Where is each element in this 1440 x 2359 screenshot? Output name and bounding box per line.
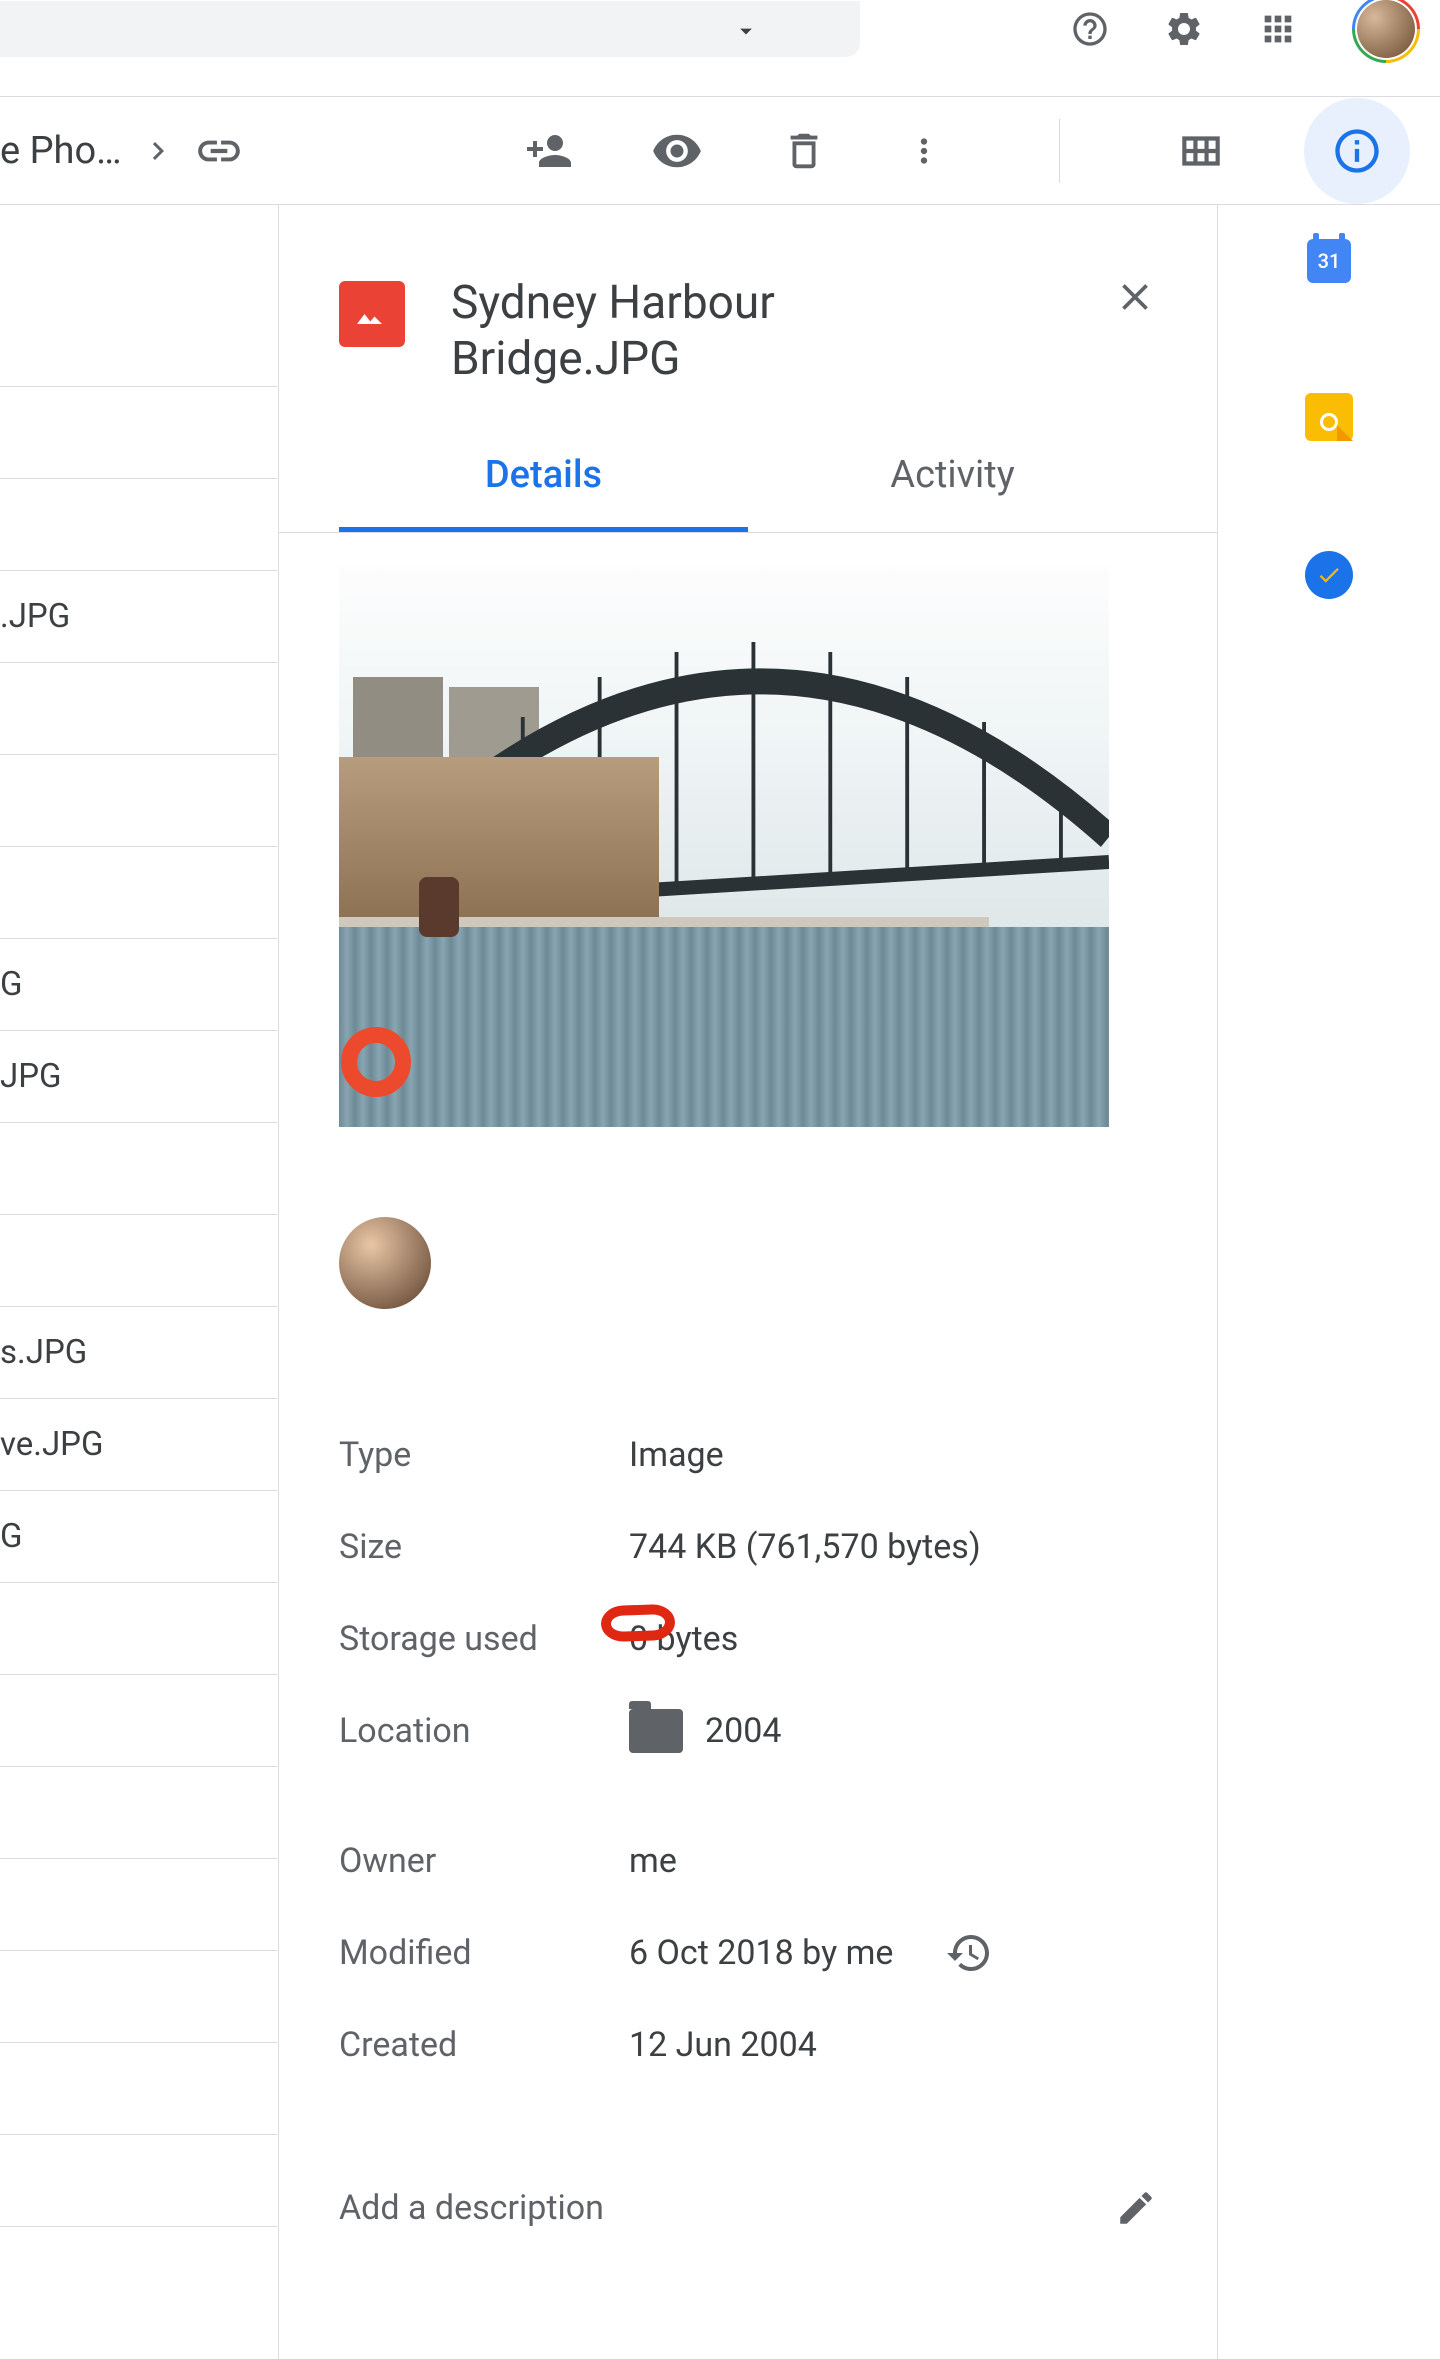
details-panel: Sydney Harbour Bridge.JPG Details Activi… [278, 205, 1218, 2359]
calendar-app-icon[interactable]: 31 [1307, 239, 1351, 283]
toolbar: e Pho… [0, 97, 1440, 204]
dropdown-icon[interactable] [732, 17, 760, 45]
list-item[interactable] [0, 295, 277, 387]
help-icon[interactable] [1070, 9, 1110, 49]
top-bar [0, 0, 1440, 58]
separator [1059, 119, 1060, 183]
list-item[interactable]: JPG [0, 1031, 277, 1123]
list-item[interactable] [0, 1767, 277, 1859]
folder-icon [629, 1709, 683, 1753]
list-item[interactable] [0, 387, 277, 479]
link-icon[interactable] [194, 126, 244, 176]
meta-owner: Owner me [339, 1815, 1157, 1907]
meta-created: Created 12 Jun 2004 [339, 1999, 1157, 2091]
list-item[interactable] [0, 1675, 277, 1767]
tab-details[interactable]: Details [339, 453, 748, 532]
tab-activity[interactable]: Activity [748, 453, 1157, 532]
list-item[interactable] [0, 479, 277, 571]
file-title: Sydney Harbour Bridge.JPG [451, 275, 991, 387]
trash-icon[interactable] [781, 128, 827, 174]
list-item[interactable] [0, 1859, 277, 1951]
preview-eye-icon[interactable] [651, 125, 703, 177]
keep-app-icon[interactable] [1305, 393, 1353, 441]
list-item[interactable]: ve.JPG [0, 1399, 277, 1491]
breadcrumb[interactable]: e Pho… [0, 126, 244, 176]
close-icon[interactable] [1113, 275, 1157, 319]
main-content: .JPG G JPG s.JPG ve.JPG G Sydney Harbour… [0, 205, 1440, 2359]
grid-view-icon[interactable] [1176, 126, 1226, 176]
meta-location: Location 2004 [339, 1685, 1157, 1777]
list-item[interactable]: G [0, 939, 277, 1031]
share-person-icon[interactable] [525, 127, 573, 175]
account-avatar[interactable] [1352, 0, 1420, 63]
description-row[interactable]: Add a description [339, 2187, 1157, 2229]
image-preview[interactable] [339, 567, 1109, 1127]
image-file-icon [339, 281, 405, 347]
meta-type: Type Image [339, 1409, 1157, 1501]
list-item[interactable]: s.JPG [0, 1307, 277, 1399]
list-item[interactable] [0, 1951, 277, 2043]
settings-icon[interactable] [1164, 9, 1204, 49]
list-item[interactable] [0, 847, 277, 939]
list-item[interactable] [0, 1583, 277, 1675]
side-apps-rail: 31 [1218, 205, 1440, 2359]
description-placeholder[interactable]: Add a description [339, 2188, 604, 2228]
list-item[interactable] [0, 755, 277, 847]
owner-avatar[interactable] [339, 1217, 431, 1309]
tabs: Details Activity [279, 453, 1217, 533]
location-folder[interactable]: 2004 [705, 1711, 781, 1751]
breadcrumb-folder[interactable]: e Pho… [0, 129, 122, 173]
list-item[interactable]: .JPG [0, 571, 277, 663]
history-icon[interactable] [945, 1929, 993, 1977]
meta-modified: Modified 6 Oct 2018 by me [339, 1907, 1157, 1999]
list-item[interactable] [0, 1123, 277, 1215]
toolbar-actions [525, 98, 1410, 204]
apps-icon[interactable] [1258, 9, 1298, 49]
list-item[interactable] [0, 1215, 277, 1307]
details-header: Sydney Harbour Bridge.JPG [339, 275, 1157, 387]
meta-size: Size 744 KB (761,570 bytes) [339, 1501, 1157, 1593]
search-field[interactable] [0, 1, 860, 57]
tasks-app-icon[interactable] [1305, 551, 1353, 599]
metadata: Type Image Size 744 KB (761,570 bytes) S… [339, 1409, 1157, 2091]
edit-icon[interactable] [1115, 2187, 1157, 2229]
info-icon[interactable] [1304, 98, 1410, 204]
more-vert-icon[interactable] [905, 132, 943, 170]
chevron-right-icon [140, 133, 176, 169]
list-item[interactable]: G [0, 1491, 277, 1583]
file-list: .JPG G JPG s.JPG ve.JPG G [0, 205, 278, 2359]
list-item[interactable] [0, 2043, 277, 2135]
meta-storage: Storage used 0 bytes [339, 1593, 1157, 1685]
annotation-circle [600, 1604, 675, 1643]
top-right-actions [1070, 0, 1420, 63]
list-item[interactable] [0, 2135, 277, 2227]
list-item[interactable] [0, 663, 277, 755]
